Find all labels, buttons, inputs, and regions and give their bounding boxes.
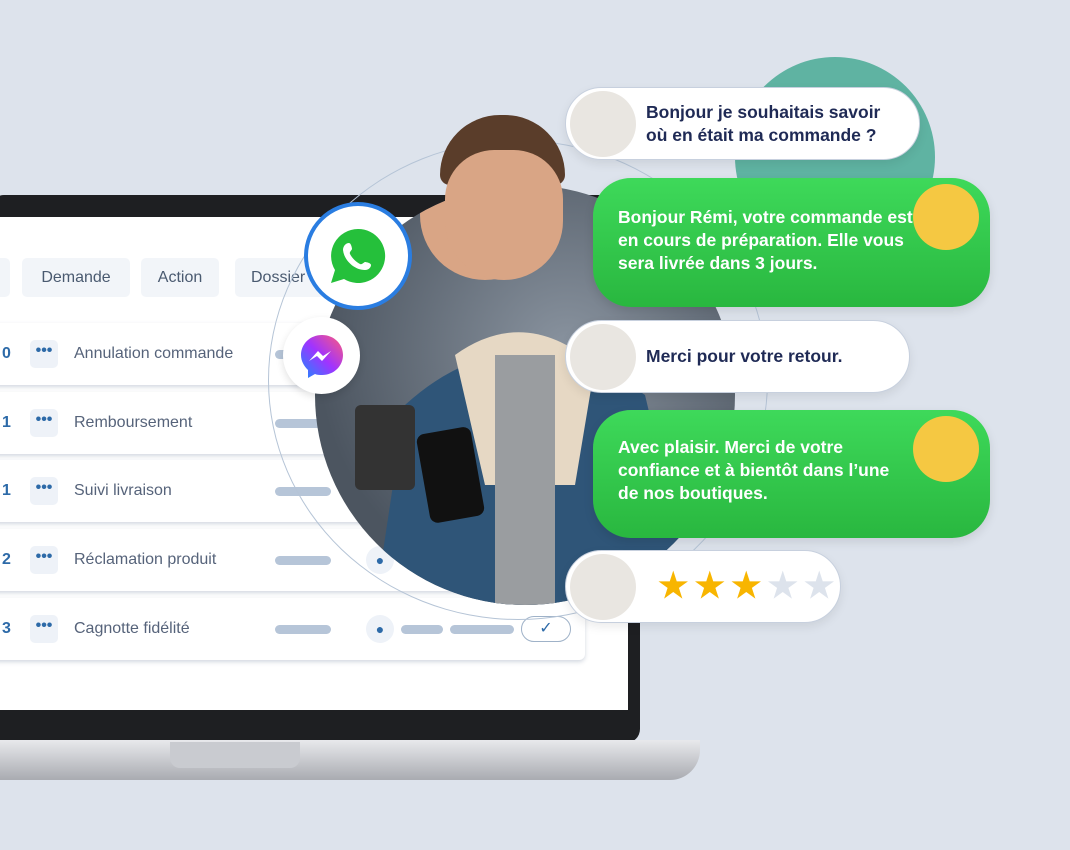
whatsapp-icon — [331, 228, 386, 283]
column-header-demande[interactable]: Demande — [22, 258, 130, 297]
placeholder-bar — [275, 625, 331, 634]
placeholder-bar — [401, 625, 443, 634]
user-icon: ● — [366, 615, 394, 643]
agent-avatar — [913, 184, 979, 250]
laptop-notch — [170, 742, 300, 768]
message-text: Avec plaisir. Merci de votre confiance e… — [618, 437, 890, 503]
star-filled-icon[interactable]: ★ — [658, 569, 688, 603]
customer-avatar — [570, 323, 636, 390]
messenger-button[interactable] — [283, 317, 360, 394]
customer-avatar — [570, 90, 636, 157]
agent-avatar — [913, 416, 979, 482]
row-count: 0 — [2, 345, 11, 362]
face — [445, 150, 563, 280]
row-label: Annulation commande — [74, 345, 234, 362]
row-label: Cagnotte fidélité — [74, 620, 190, 637]
placeholder-bar — [275, 556, 331, 565]
more-options-button[interactable]: ••• — [30, 477, 58, 505]
chat-message-agent-2: Avec plaisir. Merci de votre confiance e… — [593, 410, 990, 538]
more-options-button[interactable]: ••• — [30, 546, 58, 574]
chat-message-customer-2: Merci pour votre retour. — [565, 320, 910, 393]
more-options-button[interactable]: ••• — [30, 340, 58, 368]
select-all-chip[interactable] — [0, 258, 10, 297]
check-button[interactable]: ✓ — [521, 616, 571, 642]
message-text: Bonjour Rémi, votre commande est en cour… — [618, 207, 913, 273]
chat-message-customer-1: Bonjour je souhaitais savoir où en était… — [565, 87, 920, 160]
laptop-base — [0, 740, 700, 780]
star-filled-icon[interactable]: ★ — [731, 569, 761, 603]
placeholder-bar — [450, 625, 514, 634]
customer-avatar — [570, 553, 636, 620]
whatsapp-button[interactable] — [304, 202, 412, 310]
more-options-button[interactable]: ••• — [30, 409, 58, 437]
chat-message-agent-1: Bonjour Rémi, votre commande est en cour… — [593, 178, 990, 307]
row-label: Réclamation produit — [74, 551, 217, 568]
messenger-icon — [300, 334, 343, 378]
chat-rating: ★ ★ ★ ★ ★ — [565, 550, 841, 623]
row-count: 1 — [2, 482, 11, 499]
more-options-button[interactable]: ••• — [30, 615, 58, 643]
row-label: Suivi livraison — [74, 482, 172, 499]
star-rating[interactable]: ★ ★ ★ ★ ★ — [658, 569, 840, 603]
column-header-action[interactable]: Action — [141, 258, 219, 297]
row-count: 1 — [2, 414, 11, 431]
message-text: Merci pour votre retour. — [646, 346, 843, 366]
message-text: Bonjour je souhaitais savoir où en était… — [646, 101, 881, 145]
row-count: 2 — [2, 551, 11, 568]
star-empty-icon[interactable]: ★ — [804, 569, 834, 603]
star-empty-icon[interactable]: ★ — [767, 569, 797, 603]
row-label: Remboursement — [74, 414, 193, 431]
star-filled-icon[interactable]: ★ — [694, 569, 724, 603]
row-count: 3 — [2, 620, 11, 637]
